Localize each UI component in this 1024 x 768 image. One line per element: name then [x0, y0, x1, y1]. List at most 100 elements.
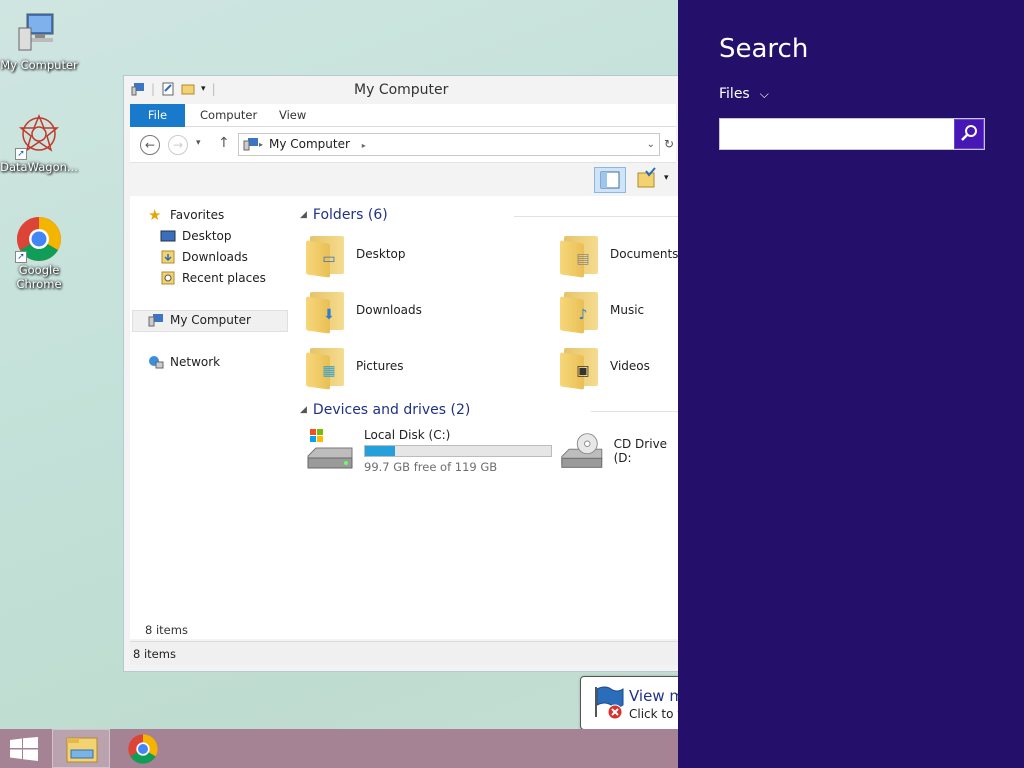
folder-tile-documents[interactable]: ▤ Documents: [560, 232, 679, 278]
refresh-icon[interactable]: ↻: [664, 137, 674, 151]
tile-label: Documents: [610, 247, 679, 261]
folder-music-icon: ♪: [560, 288, 600, 334]
group-divider: [591, 411, 682, 412]
desktop-icon-label: My Computer: [0, 58, 78, 72]
desktop-icon-label: Google Chrome: [16, 263, 62, 291]
nav-item-my-computer[interactable]: My Computer: [148, 313, 251, 327]
nav-item-label: My Computer: [170, 313, 251, 327]
computer-small-icon: [148, 314, 163, 327]
desktop-icon-datawagon[interactable]: ➚ DataWagon...: [0, 112, 78, 174]
nav-item-desktop[interactable]: Desktop: [160, 229, 232, 243]
nav-item-label: Recent places: [182, 271, 266, 285]
navigation-pane: ★ Favorites Desktop Downloads Recent pla…: [130, 196, 290, 639]
options-dropdown-icon[interactable]: ▾: [664, 173, 669, 183]
drive-usage-bar: [364, 445, 552, 457]
group-title: Devices and drives (2): [312, 402, 471, 418]
network-icon: [149, 356, 164, 369]
tab-view[interactable]: View: [266, 104, 319, 127]
options-folder-icon[interactable]: [636, 167, 658, 191]
folder-desktop-icon: ▭: [306, 232, 346, 278]
file-explorer-icon: [66, 737, 98, 763]
desktop-icon-my-computer[interactable]: My Computer: [0, 10, 78, 72]
folder-pictures-icon: ▦: [306, 344, 346, 390]
tab-computer[interactable]: Computer: [187, 104, 270, 127]
toast-subtitle: Click to v: [629, 707, 685, 721]
windows-start-icon[interactable]: [10, 737, 38, 761]
search-scope-label: Files: [719, 86, 750, 102]
cd-drive-icon: [561, 433, 603, 468]
tile-label: Downloads: [356, 303, 422, 317]
nav-item-network[interactable]: Network: [148, 355, 220, 369]
address-bar[interactable]: ▸ My Computer ▸ ⌄: [238, 133, 660, 156]
navigation-bar: ← → ▾ ↑ ▸ My Computer ▸ ⌄ ↻: [130, 127, 676, 163]
charm-title: Search: [719, 34, 809, 64]
nav-item-label: Downloads: [182, 250, 248, 264]
breadcrumb[interactable]: My Computer: [269, 137, 350, 151]
desktop-small-icon: [160, 230, 176, 242]
group-divider: [514, 216, 682, 217]
chrome-icon: [128, 734, 158, 764]
nav-item-downloads[interactable]: Downloads: [160, 250, 248, 264]
folder-tile-pictures[interactable]: ▦ Pictures: [306, 344, 404, 390]
collapse-triangle-icon[interactable]: ◢: [300, 210, 307, 220]
action-center-flag-icon: [595, 686, 624, 720]
up-arrow-icon[interactable]: ↑: [218, 135, 230, 151]
collapse-triangle-icon[interactable]: ◢: [300, 405, 307, 415]
drive-usage-fill: [365, 446, 395, 456]
group-header-folders[interactable]: ◢ Folders (6): [300, 207, 388, 223]
search-scope-dropdown[interactable]: Files ⌵: [719, 86, 769, 102]
explorer-window[interactable]: | ▾ | My Computer File Computer View ← →…: [123, 75, 683, 672]
chrome-icon: ➚: [15, 215, 63, 263]
title-bar[interactable]: | ▾ | My Computer: [124, 76, 682, 104]
pane-layout-icon: [600, 171, 620, 189]
hard-drive-icon: [307, 429, 353, 469]
folder-tile-downloads[interactable]: ⬇ Downloads: [306, 288, 422, 334]
drive-free-space: 99.7 GB free of 119 GB: [364, 460, 498, 474]
shortcut-arrow-icon: ➚: [15, 148, 27, 160]
nav-item-label: Desktop: [182, 229, 232, 243]
status-item-count: 8 items: [133, 647, 176, 661]
breadcrumb-chevron-icon: ▸: [259, 140, 264, 149]
chevron-down-icon: ⌵: [759, 86, 769, 101]
content-area: ★ Favorites Desktop Downloads Recent pla…: [130, 196, 682, 639]
tile-label: Desktop: [356, 247, 406, 261]
main-pane: ◢ Folders (6) ▭ Desktop ▤ Documents ⬇ Do…: [292, 196, 682, 639]
nav-item-recent-places[interactable]: Recent places: [160, 271, 266, 285]
group-title: Folders (6): [312, 207, 388, 223]
address-dropdown-icon[interactable]: ⌄: [647, 134, 655, 155]
window-title: My Computer: [354, 82, 449, 98]
recent-locations-icon[interactable]: ▾: [196, 138, 201, 148]
back-button[interactable]: ←: [140, 135, 160, 155]
folder-tile-videos[interactable]: ▣ Videos: [560, 344, 650, 390]
notification-toast[interactable]: View m Click to v: [580, 676, 690, 730]
nav-item-favorites[interactable]: ★ Favorites: [148, 208, 224, 223]
folder-videos-icon: ▣: [560, 344, 600, 390]
search-input[interactable]: [719, 118, 985, 150]
toast-title: View m: [629, 687, 684, 705]
preview-pane-button[interactable]: [594, 167, 626, 193]
breadcrumb-chevron-icon[interactable]: ▸: [362, 141, 366, 150]
status-bar: 8 items: [130, 641, 682, 665]
taskbar-chrome[interactable]: [114, 729, 172, 768]
tile-label: Pictures: [356, 359, 404, 373]
ribbon-tabs: File Computer View: [130, 104, 676, 127]
desktop-icon-label: DataWagon...: [0, 160, 78, 174]
downloads-small-icon: [161, 250, 175, 264]
forward-button[interactable]: →: [168, 135, 188, 155]
shortcut-arrow-icon: ➚: [15, 251, 27, 263]
group-header-devices[interactable]: ◢ Devices and drives (2): [300, 402, 470, 418]
item-count-inner: 8 items: [145, 623, 188, 637]
folder-tile-desktop[interactable]: ▭ Desktop: [306, 232, 406, 278]
search-button[interactable]: [954, 119, 984, 149]
desktop-icon-chrome[interactable]: ➚ Google Chrome: [0, 215, 78, 291]
drive-label: Local Disk (C:): [364, 428, 451, 442]
tab-file[interactable]: File: [130, 104, 185, 127]
taskbar-file-explorer[interactable]: [52, 729, 110, 768]
folder-tile-music[interactable]: ♪ Music: [560, 288, 644, 334]
computer-small-icon: [243, 138, 258, 151]
search-icon: [961, 125, 977, 141]
drive-tile-local-disk[interactable]: Local Disk (C:) 99.7 GB free of 119 GB: [306, 428, 552, 474]
folder-downloads-icon: ⬇: [306, 288, 346, 334]
drive-tile-cd-drive[interactable]: CD Drive (D:: [560, 431, 682, 471]
search-charm-panel: Search Files ⌵: [678, 0, 1024, 768]
